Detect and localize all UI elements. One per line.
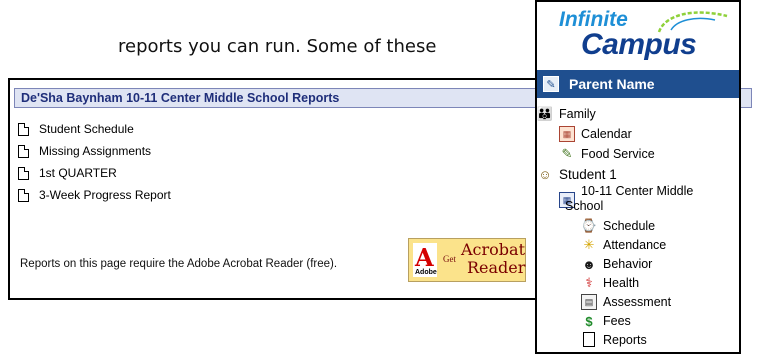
sidebar-item-calendar[interactable]: ▦ Calendar bbox=[559, 126, 632, 142]
health-icon: ⚕ bbox=[585, 275, 593, 290]
sidebar-item-label: Calendar bbox=[581, 127, 632, 141]
report-item-label: Student Schedule bbox=[39, 122, 134, 136]
sidebar-item-label: Behavior bbox=[603, 257, 653, 271]
parent-name-header[interactable]: ✎ Parent Name bbox=[537, 70, 739, 98]
document-icon bbox=[18, 122, 29, 136]
sidebar-item-health[interactable]: ⚕ Health bbox=[581, 275, 639, 291]
sidebar-item-assessment[interactable]: ▤ Assessment bbox=[581, 294, 671, 310]
sidebar-item-label: Assessment bbox=[603, 295, 672, 309]
report-item-label: 3-Week Progress Report bbox=[39, 188, 171, 202]
document-icon bbox=[18, 166, 29, 180]
sidebar-item-school-label: 10-11 Center Middle School bbox=[565, 184, 694, 214]
report-item-student-schedule[interactable]: Student Schedule bbox=[18, 118, 171, 140]
sidebar-item-label: Attendance bbox=[603, 238, 667, 252]
get-label: Get bbox=[443, 254, 456, 264]
sidebar-item-label: Food Service bbox=[581, 147, 655, 161]
sidebar-item-family[interactable]: 👪 Family bbox=[537, 106, 596, 122]
sidebar-item-food-service[interactable]: ✎ Food Service bbox=[559, 146, 655, 162]
get-acrobat-reader-button[interactable]: A Adobe Get Acrobat Reader bbox=[408, 238, 526, 282]
behavior-icon: ☻ bbox=[582, 256, 596, 272]
acrobat-requirement-note: Reports on this page require the Adobe A… bbox=[20, 258, 338, 270]
infinite-campus-logo: Infinite Campus bbox=[537, 2, 739, 70]
sidebar: Infinite Campus ✎ Parent Name 👪 Family ▦… bbox=[535, 0, 741, 354]
sidebar-item-label: Health bbox=[603, 276, 640, 290]
schedule-icon: ⌚ bbox=[580, 218, 598, 233]
reports-list: Student Schedule Missing Assignments 1st… bbox=[18, 118, 171, 206]
sidebar-item-label: Fees bbox=[603, 314, 631, 328]
assessment-icon: ▤ bbox=[581, 294, 597, 310]
sidebar-item-behavior[interactable]: ☻ Behavior bbox=[581, 256, 652, 272]
family-icon: 👪 bbox=[536, 106, 554, 121]
sidebar-item-label: Reports bbox=[603, 332, 647, 347]
document-icon bbox=[18, 188, 29, 202]
sidebar-item-school[interactable]: ▦ 10-11 Center Middle School bbox=[559, 184, 693, 214]
report-item-1st-quarter[interactable]: 1st QUARTER bbox=[18, 162, 171, 184]
sidebar-item-label: Student 1 bbox=[559, 166, 617, 182]
acrobat-label-line2: Reader bbox=[467, 258, 526, 277]
school-label-line1: 10-11 Center Middle bbox=[581, 184, 694, 198]
food-service-icon: ✎ bbox=[561, 146, 573, 161]
school-label-line2: School bbox=[565, 199, 604, 213]
document-text: reports you can run. Some of these bbox=[118, 36, 437, 57]
sidebar-item-attendance[interactable]: ✳ Attendance bbox=[581, 237, 667, 253]
sidebar-item-label: Family bbox=[559, 107, 596, 121]
acrobat-label-line1: Acrobat bbox=[461, 240, 526, 259]
student-icon: ☺ bbox=[538, 166, 552, 182]
sidebar-item-label: Schedule bbox=[603, 219, 656, 233]
acrobat-reader-label: Acrobat Reader bbox=[461, 241, 525, 277]
parent-name-label: Parent Name bbox=[569, 76, 655, 92]
report-item-missing-assignments[interactable]: Missing Assignments bbox=[18, 140, 171, 162]
sidebar-item-reports[interactable]: Reports bbox=[581, 332, 647, 347]
calendar-icon: ▦ bbox=[559, 126, 575, 142]
sidebar-item-fees[interactable]: $ Fees bbox=[581, 313, 631, 329]
report-item-label: 1st QUARTER bbox=[39, 166, 117, 180]
report-item-3-week-progress[interactable]: 3-Week Progress Report bbox=[18, 184, 171, 206]
edit-profile-icon: ✎ bbox=[543, 76, 559, 92]
document-icon bbox=[18, 144, 29, 158]
sidebar-item-schedule[interactable]: ⌚ Schedule bbox=[581, 218, 655, 234]
reports-icon bbox=[583, 332, 595, 347]
report-item-label: Missing Assignments bbox=[39, 144, 152, 158]
adobe-logo-icon: A Adobe bbox=[413, 243, 437, 277]
adobe-wordmark: Adobe bbox=[415, 269, 437, 276]
sidebar-item-student[interactable]: ☺ Student 1 bbox=[537, 166, 617, 182]
logo-line2: Campus bbox=[581, 28, 697, 61]
fees-icon: $ bbox=[585, 313, 593, 329]
attendance-icon: ✳ bbox=[583, 237, 595, 252]
reports-panel: De'Sha Baynham 10-11 Center Middle Schoo… bbox=[8, 78, 752, 300]
